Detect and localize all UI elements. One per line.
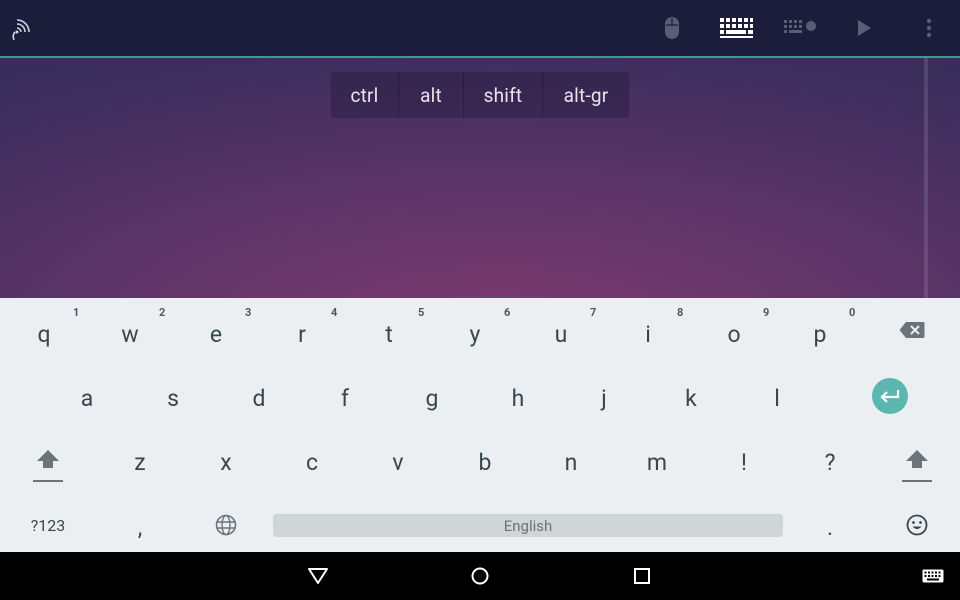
recents-square-icon xyxy=(634,568,650,584)
shift-right-key[interactable] xyxy=(895,440,939,492)
play-icon[interactable] xyxy=(849,14,879,42)
soft-keyboard: q 1 w 2 e 3 r 4 t 5 y 6 u 7 i 8 o 9 p 0 … xyxy=(0,298,960,552)
emoji-key[interactable] xyxy=(895,504,939,546)
key-m[interactable]: m xyxy=(635,440,679,484)
key-hint: 8 xyxy=(677,306,684,319)
key-d[interactable]: d xyxy=(237,376,281,420)
shift-icon xyxy=(33,450,63,482)
key-x[interactable]: x xyxy=(204,440,248,484)
keyboard-settings-icon[interactable] xyxy=(782,14,818,42)
app-bar xyxy=(0,0,960,58)
alt-key[interactable]: alt xyxy=(399,72,464,118)
shift-key[interactable]: shift xyxy=(464,72,543,118)
remote-canvas[interactable]: ctrl alt shift alt-gr xyxy=(0,58,960,298)
home-button[interactable] xyxy=(468,564,492,588)
key-c[interactable]: c xyxy=(290,440,334,484)
back-button[interactable] xyxy=(306,564,330,588)
language-key[interactable] xyxy=(204,504,248,546)
key-z[interactable]: z xyxy=(118,440,162,484)
key-o[interactable]: o xyxy=(712,312,756,356)
recents-button[interactable] xyxy=(630,564,654,588)
key-u[interactable]: u xyxy=(539,312,583,356)
key-q[interactable]: q xyxy=(22,312,66,356)
alt-gr-key[interactable]: alt-gr xyxy=(543,72,629,118)
spacebar[interactable]: English xyxy=(273,514,783,537)
key-a[interactable]: a xyxy=(65,376,109,420)
key-v[interactable]: v xyxy=(376,440,420,484)
back-triangle-icon xyxy=(308,568,328,584)
key-hint: 6 xyxy=(504,306,511,319)
key-k[interactable]: k xyxy=(669,376,713,420)
ctrl-key[interactable]: ctrl xyxy=(331,72,399,118)
key-b[interactable]: b xyxy=(463,440,507,484)
key-question[interactable]: ? xyxy=(808,440,852,484)
enter-key[interactable] xyxy=(872,378,908,414)
key-s[interactable]: s xyxy=(151,376,195,420)
key-g[interactable]: g xyxy=(410,376,454,420)
key-hint: 2 xyxy=(159,306,166,319)
key-j[interactable]: j xyxy=(582,376,626,420)
key-hint: 9 xyxy=(763,306,770,319)
key-w[interactable]: w xyxy=(108,312,152,356)
keyboard-icon xyxy=(922,569,944,583)
keyboard-icon[interactable] xyxy=(718,14,754,42)
key-hint: 3 xyxy=(245,306,252,319)
key-hint: 5 xyxy=(418,306,425,319)
backspace-icon xyxy=(899,322,925,338)
system-nav-bar xyxy=(0,552,960,600)
remote-connect-icon[interactable] xyxy=(6,14,36,42)
key-hint: 7 xyxy=(590,306,597,319)
enter-icon xyxy=(880,390,900,403)
home-circle-icon xyxy=(471,567,489,585)
mouse-icon[interactable] xyxy=(657,14,687,42)
key-exclamation[interactable]: ! xyxy=(722,440,766,484)
key-comma[interactable]: , xyxy=(118,506,162,548)
key-f[interactable]: f xyxy=(323,376,367,420)
symbols-key[interactable]: ?123 xyxy=(20,504,76,546)
key-hint: 4 xyxy=(331,306,338,319)
key-l[interactable]: l xyxy=(755,376,799,420)
emoji-icon xyxy=(906,514,928,536)
modifier-keys-bar: ctrl alt shift alt-gr xyxy=(331,72,629,118)
overflow-menu-icon[interactable] xyxy=(914,14,944,42)
backspace-key[interactable] xyxy=(894,312,930,348)
key-y[interactable]: y xyxy=(453,312,497,356)
key-i[interactable]: i xyxy=(626,312,670,356)
key-r[interactable]: r xyxy=(280,312,324,356)
key-t[interactable]: t xyxy=(367,312,411,356)
key-h[interactable]: h xyxy=(496,376,540,420)
shift-icon xyxy=(902,450,932,482)
shift-left-key[interactable] xyxy=(26,440,70,492)
key-p[interactable]: p xyxy=(798,312,842,356)
key-n[interactable]: n xyxy=(549,440,593,484)
globe-icon xyxy=(215,514,237,536)
key-e[interactable]: e xyxy=(194,312,238,356)
keyboard-switch-button[interactable] xyxy=(921,564,945,588)
scrollbar[interactable] xyxy=(924,58,928,298)
key-hint: 0 xyxy=(849,306,856,319)
key-hint: 1 xyxy=(73,306,80,319)
key-period[interactable]: . xyxy=(808,506,852,548)
